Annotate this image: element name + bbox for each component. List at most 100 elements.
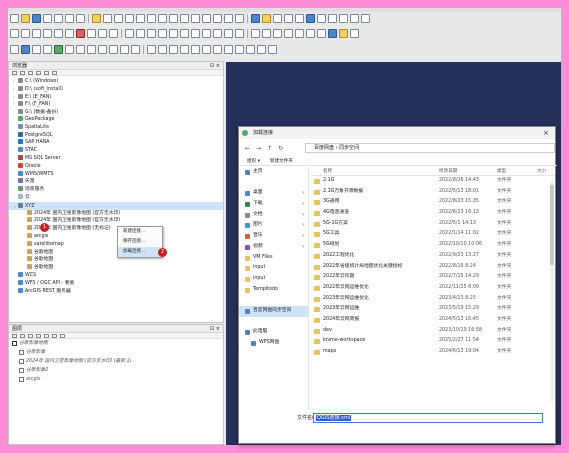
curve-icon[interactable] xyxy=(202,45,211,54)
rotate-icon[interactable] xyxy=(257,45,266,54)
bookmark-icon[interactable] xyxy=(213,14,222,23)
field-calculator-icon[interactable] xyxy=(295,14,304,23)
filter-legend-icon[interactable] xyxy=(36,334,41,338)
digitize-icon[interactable] xyxy=(10,29,19,38)
add-raster-layer-icon[interactable] xyxy=(21,45,30,54)
save-project-icon[interactable] xyxy=(32,14,41,23)
globe-icon[interactable] xyxy=(328,29,337,38)
nav-item-pictures[interactable]: 图片 ✎ xyxy=(239,220,308,231)
file-row[interactable]: 2022工程优化 2022/9/23 13:27 文件夹 xyxy=(311,251,555,262)
pan-to-selection-icon[interactable] xyxy=(103,14,112,23)
identify-icon[interactable] xyxy=(251,14,260,23)
column-date[interactable]: 修改日期 xyxy=(439,167,497,175)
add-mesh-layer-icon[interactable] xyxy=(32,45,41,54)
layout-manager-icon[interactable] xyxy=(65,14,74,23)
nav-item-desktop[interactable]: 桌面 ✎ xyxy=(239,188,308,199)
nav-item-videos[interactable]: 视频 ✎ xyxy=(239,242,308,253)
file-list-scrollbar[interactable] xyxy=(550,181,554,401)
snapping-icon[interactable] xyxy=(147,45,156,54)
zoom-selection-icon[interactable] xyxy=(147,14,156,23)
elevation-profile-icon[interactable] xyxy=(306,29,315,38)
menu-bar[interactable] xyxy=(8,8,561,12)
file-row[interactable]: 2023年云网运维优化 2023/4/23 8:25 文件夹 xyxy=(311,294,555,305)
simplify-icon[interactable] xyxy=(268,45,277,54)
collapse-all-icon[interactable] xyxy=(36,71,41,75)
file-row[interactable]: 2.1G 2022/8/26 14:43 文件夹 xyxy=(311,176,555,187)
file-row[interactable]: maps 2024/6/13 19:04 文件夹 xyxy=(311,347,555,358)
tree-item-vector[interactable]: 矢量 xyxy=(9,178,223,186)
tree-item-d-drive[interactable]: › D:\ (soft_install) xyxy=(9,85,223,93)
file-row[interactable]: 4G电音通道 2022/6/23 16:13 文件夹 xyxy=(311,208,555,219)
processing-toolbox-icon[interactable] xyxy=(306,14,315,23)
split-icon[interactable] xyxy=(235,45,244,54)
new-folder-button[interactable]: 新建文件夹 xyxy=(270,157,293,165)
add-selected-icon[interactable] xyxy=(12,71,17,75)
tree-item-wcs[interactable]: WCS xyxy=(9,271,223,280)
offset-icon[interactable] xyxy=(213,45,222,54)
layer-item[interactable]: 谷歌影像 xyxy=(9,348,223,357)
tracing-icon[interactable] xyxy=(169,45,178,54)
python-console-icon[interactable] xyxy=(251,29,260,38)
add-virtual-layer-icon[interactable] xyxy=(120,45,129,54)
help-icon[interactable] xyxy=(339,29,348,38)
tree-item-sap-hana[interactable]: SAP HANA xyxy=(9,139,223,147)
filter-icon[interactable] xyxy=(28,71,33,75)
more-tools-icon[interactable] xyxy=(350,29,359,38)
zoom-full-icon[interactable] xyxy=(136,14,145,23)
style-manager-icon[interactable] xyxy=(76,14,85,23)
add-vector-tile-icon[interactable] xyxy=(131,45,140,54)
tree-item-e-drive[interactable]: › E:\ (E_FAN) xyxy=(9,93,223,101)
file-row[interactable]: 3G通用 2022/8/23 15:35 文件夹 xyxy=(311,197,555,208)
new-map-view-icon[interactable] xyxy=(202,14,211,23)
file-row[interactable]: 2022年云网运维优化 2022/11/15 8:09 文件夹 xyxy=(311,283,555,294)
file-row[interactable]: 2022年省级统计局地图优化关键指标 2022/8/16 8:24 文件夹 xyxy=(311,262,555,273)
layer-checkbox[interactable] xyxy=(19,368,24,373)
nav-item-vm-files[interactable]: VM Files xyxy=(239,253,308,264)
tree-item-xyz[interactable]: ⌄ XYZ xyxy=(9,201,223,210)
file-row[interactable]: knime-workspace 2025/2/27 11:54 文件夹 xyxy=(311,336,555,347)
refresh-icon[interactable] xyxy=(235,14,244,23)
nav-item-downloads[interactable]: 下载 ✎ xyxy=(239,199,308,210)
tree-item-xyz-child[interactable]: arcgis xyxy=(9,232,223,241)
shape-digitizing-icon[interactable] xyxy=(191,45,200,54)
plugin-icon[interactable] xyxy=(262,29,271,38)
file-row[interactable]: 5G-1G方案 2022/5/1 14:13 文件夹 xyxy=(311,219,555,230)
help-icon[interactable] xyxy=(52,71,57,75)
panel-close-icon[interactable]: ⊡ × xyxy=(210,62,220,70)
topology-icon[interactable] xyxy=(158,45,167,54)
add-group-icon[interactable] xyxy=(20,334,25,338)
tree-item-spatialite[interactable]: SpatiaLite xyxy=(9,123,223,132)
nav-item-input[interactable]: input xyxy=(239,263,308,274)
layer-item[interactable]: arcgis xyxy=(9,375,223,384)
reshape-icon[interactable] xyxy=(224,45,233,54)
zoom-next-icon[interactable] xyxy=(191,14,200,23)
file-row[interactable]: 2.1G万象开源数据 2022/5/13 18:01 文件夹 xyxy=(311,187,555,198)
manage-theme-icon[interactable] xyxy=(28,334,33,338)
menu-item-load-connections[interactable]: 加载连接... xyxy=(118,247,162,257)
add-spatialite-icon[interactable] xyxy=(65,45,74,54)
measure-icon[interactable] xyxy=(328,14,337,23)
layer-item[interactable]: 谷歌影像2 xyxy=(9,366,223,375)
move-label-icon[interactable] xyxy=(180,29,189,38)
add-point-icon[interactable] xyxy=(43,29,52,38)
tree-item-xyz-child[interactable]: 2024年 国内卫星影像地图 (官方无水印) xyxy=(9,209,223,218)
tree-item-oracle[interactable]: Oracle xyxy=(9,162,223,171)
nav-item-templtodo[interactable]: Templtodo xyxy=(239,285,308,296)
nav-item-documents[interactable]: 文档 ✎ xyxy=(239,210,308,221)
close-icon[interactable]: × xyxy=(543,127,549,139)
annotation-icon[interactable] xyxy=(339,14,348,23)
panel-close-icon[interactable]: ⊡ × xyxy=(210,325,220,333)
menu-item-new-connection[interactable]: 新建连接... xyxy=(118,227,162,237)
column-name[interactable]: 名称 xyxy=(311,167,439,175)
refresh-icon[interactable] xyxy=(20,71,25,75)
diagram-icon[interactable] xyxy=(213,29,222,38)
up-icon[interactable]: ↑ xyxy=(267,145,272,152)
tree-item-g-drive[interactable]: › G:\ (数据-备份) xyxy=(9,108,223,116)
scrollbar-thumb[interactable] xyxy=(550,185,554,265)
back-icon[interactable]: ← xyxy=(245,145,250,152)
zoom-native-icon[interactable] xyxy=(169,14,178,23)
decorations-icon[interactable] xyxy=(317,29,326,38)
open-project-icon[interactable] xyxy=(21,14,30,23)
file-row[interactable]: 2024年云网周报 2024/5/13 16:45 文件夹 xyxy=(311,315,555,326)
cut-feature-icon[interactable] xyxy=(87,29,96,38)
